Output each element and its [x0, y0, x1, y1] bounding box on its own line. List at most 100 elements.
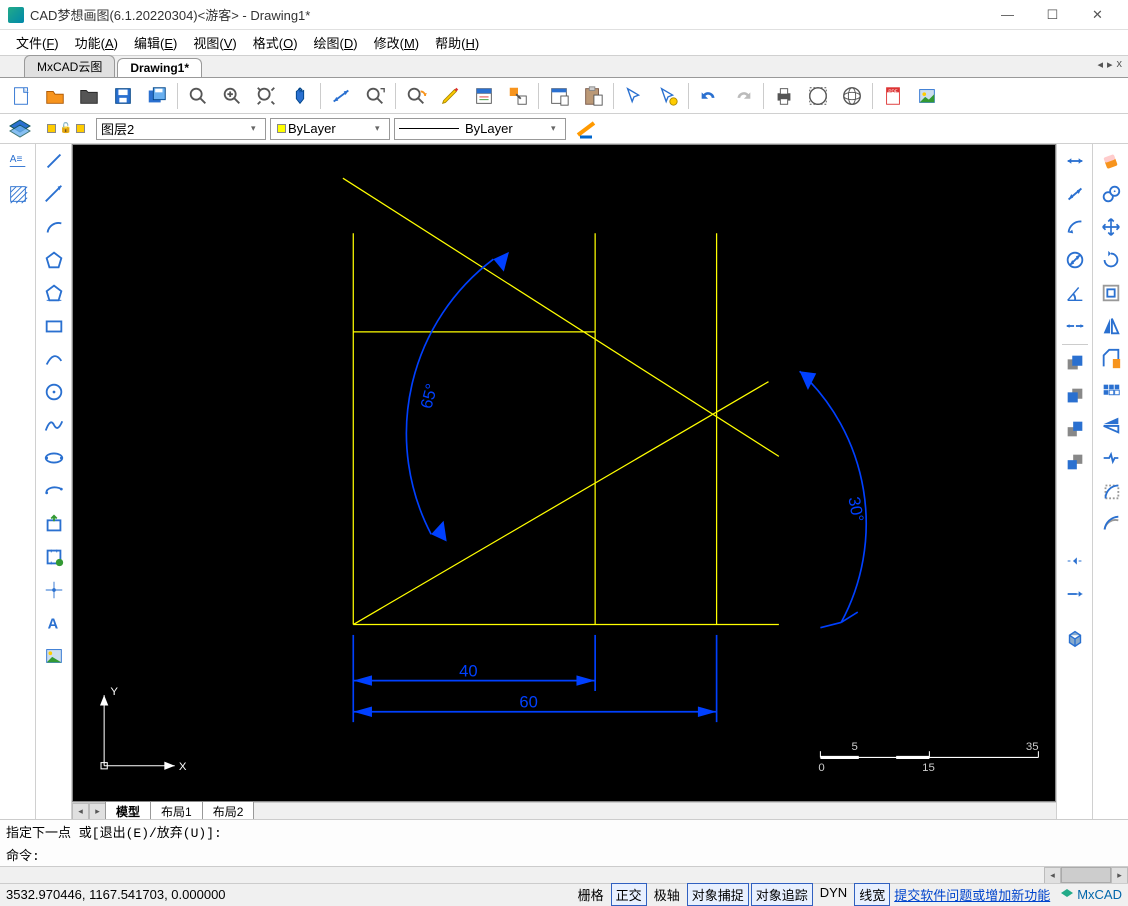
erase-button[interactable] [1096, 146, 1126, 176]
status-toggle-线宽[interactable]: 线宽 [854, 883, 890, 906]
circle-button[interactable] [39, 377, 69, 407]
status-toggle-极轴[interactable]: 极轴 [649, 883, 685, 906]
point-button[interactable] [39, 575, 69, 605]
xline-button[interactable] [39, 179, 69, 209]
zoom-win-button[interactable] [359, 80, 391, 112]
menu-e[interactable]: 编辑(E) [126, 30, 185, 55]
offset-button[interactable] [1096, 278, 1126, 308]
menu-m[interactable]: 修改(M) [366, 30, 428, 55]
folder-button[interactable] [73, 80, 105, 112]
chamfer-button[interactable] [1096, 344, 1126, 374]
break-button[interactable] [1096, 443, 1126, 473]
minimize-button[interactable]: — [985, 0, 1030, 30]
ellipse-button[interactable] [39, 443, 69, 473]
menu-v[interactable]: 视图(V) [185, 30, 244, 55]
copy-back-button[interactable] [1060, 381, 1090, 411]
pan-button[interactable] [284, 80, 316, 112]
arc-button[interactable] [39, 212, 69, 242]
zoom-ext-button[interactable] [250, 80, 282, 112]
zoom-search-button[interactable] [182, 80, 214, 112]
lineweight-icon[interactable] [570, 116, 602, 142]
send-back-button[interactable] [1060, 447, 1090, 477]
fillet-button[interactable] [1096, 476, 1126, 506]
close-button[interactable]: ✕ [1075, 0, 1120, 30]
menu-o[interactable]: 格式(O) [245, 30, 306, 55]
open-button[interactable] [39, 80, 71, 112]
mirror-h-button[interactable] [1096, 410, 1126, 440]
dim-diameter-button[interactable] [1060, 245, 1090, 275]
command-prompt[interactable]: 命令: [0, 843, 1128, 866]
layout-tab[interactable]: 布局1 [150, 801, 203, 820]
spline-button[interactable] [39, 410, 69, 440]
zoom-in-button[interactable] [216, 80, 248, 112]
select-filter-button[interactable] [652, 80, 684, 112]
tab-next[interactable]: ▸ [1107, 58, 1113, 71]
status-toggle-栅格[interactable]: 栅格 [573, 883, 609, 906]
cube-button[interactable] [1060, 623, 1090, 653]
stretch-button[interactable] [1096, 509, 1126, 539]
copyclip-button[interactable] [543, 80, 575, 112]
multiline-text-button[interactable]: A≡ [3, 146, 33, 176]
scroll-right[interactable]: ▸ [89, 803, 106, 820]
mirror-v-button[interactable] [1096, 311, 1126, 341]
maximize-button[interactable]: ☐ [1030, 0, 1075, 30]
status-toggle-对象捕捉[interactable]: 对象捕捉 [687, 883, 749, 906]
copy-front-button[interactable] [1060, 348, 1090, 378]
zoom-prev-button[interactable] [400, 80, 432, 112]
polygon2-button[interactable] [39, 278, 69, 308]
hatch-button[interactable] [3, 179, 33, 209]
layer-states-icon[interactable]: 🔓 [40, 116, 92, 142]
menu-d[interactable]: 绘图(D) [306, 30, 366, 55]
doc-tab[interactable]: Drawing1* [117, 58, 202, 77]
extend-tool-button[interactable] [1060, 579, 1090, 609]
cmd-scroll-left[interactable]: ◂ [1044, 867, 1061, 884]
layout-tab[interactable]: 模型 [105, 801, 151, 820]
pencil-button[interactable] [434, 80, 466, 112]
polygon-button[interactable] [39, 245, 69, 275]
save-button[interactable] [107, 80, 139, 112]
ellipse-arc-button[interactable] [39, 476, 69, 506]
tab-prev[interactable]: ◂ [1097, 58, 1103, 71]
scroll-left[interactable]: ◂ [72, 803, 89, 820]
print-button[interactable] [768, 80, 800, 112]
match-button[interactable] [502, 80, 534, 112]
color-combo[interactable]: ByLayer▾ [270, 118, 390, 140]
make-block-button[interactable] [39, 542, 69, 572]
dim-continue-button[interactable] [1060, 311, 1090, 341]
image-button[interactable] [911, 80, 943, 112]
mtext-button[interactable]: A [39, 608, 69, 638]
menu-h[interactable]: 帮助(H) [427, 30, 487, 55]
move-button[interactable] [1096, 212, 1126, 242]
status-toggle-对象追踪[interactable]: 对象追踪 [751, 883, 813, 906]
arc3p-button[interactable] [39, 344, 69, 374]
cmd-scroll-right[interactable]: ▸ [1111, 867, 1128, 884]
brand-logo[interactable]: MxCAD [1054, 887, 1128, 902]
layers-icon[interactable] [4, 116, 36, 142]
layer-combo[interactable]: 图层2▾ [96, 118, 266, 140]
status-toggle-DYN[interactable]: DYN [815, 883, 852, 906]
redo-button[interactable] [727, 80, 759, 112]
bring-front-button[interactable] [1060, 414, 1090, 444]
layout-tab[interactable]: 布局2 [202, 801, 255, 820]
tab-close[interactable]: x [1117, 58, 1123, 71]
rectangle-button[interactable] [39, 311, 69, 341]
web-button[interactable] [802, 80, 834, 112]
linetype-combo[interactable]: ByLayer▾ [394, 118, 566, 140]
select-button[interactable] [618, 80, 650, 112]
trim-tool-button[interactable] [1060, 546, 1090, 576]
rotate-button[interactable] [1096, 245, 1126, 275]
pdf-button[interactable]: PDF [877, 80, 909, 112]
copy-button[interactable] [1096, 179, 1126, 209]
saveas-button[interactable] [141, 80, 173, 112]
command-scrollbar[interactable]: ◂ ▸ [0, 866, 1128, 883]
dim-arc-button[interactable] [1060, 212, 1090, 242]
menu-a[interactable]: 功能(A) [67, 30, 126, 55]
line-button[interactable] [39, 146, 69, 176]
drawing-canvas[interactable]: 65° 30° 40 60 [72, 144, 1056, 802]
dim-angular-button[interactable] [1060, 278, 1090, 308]
properties-button[interactable] [468, 80, 500, 112]
menu-f[interactable]: 文件(F) [8, 30, 67, 55]
image-insert-button[interactable] [39, 641, 69, 671]
block-insert-button[interactable] [39, 509, 69, 539]
dimension-button[interactable] [325, 80, 357, 112]
